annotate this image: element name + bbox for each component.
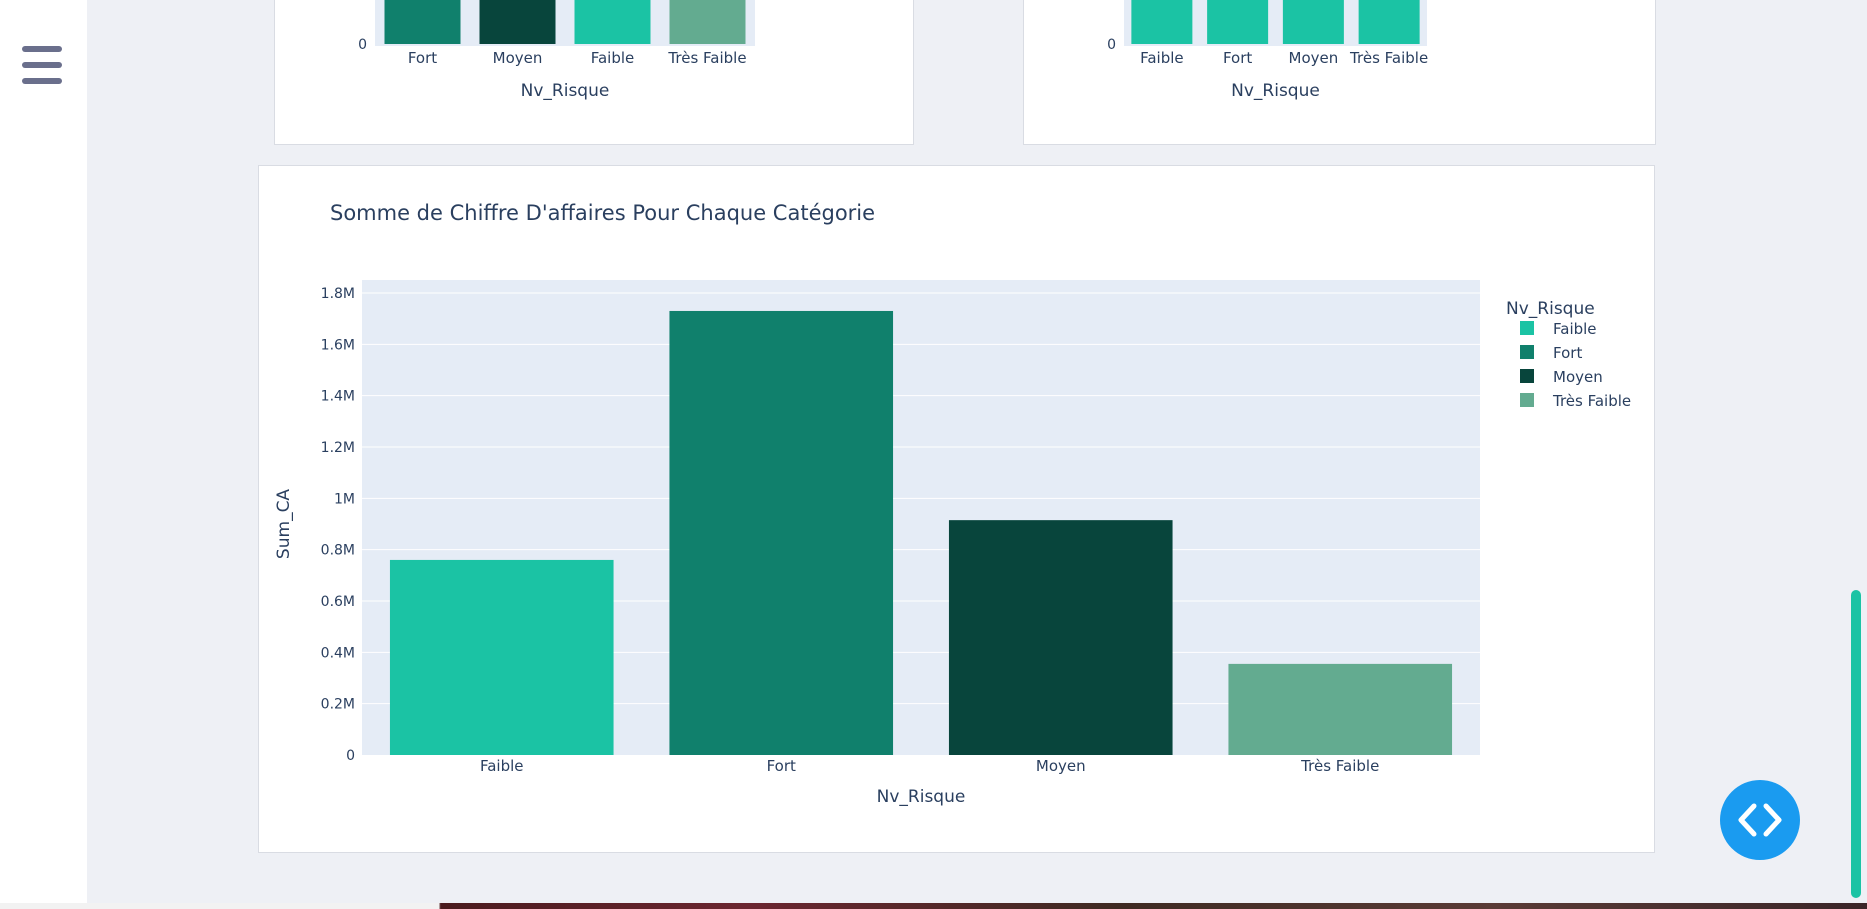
bar-fort	[669, 310, 894, 755]
y-tick-label: 1.4M	[321, 389, 355, 405]
x-tick-label: Moyen	[493, 49, 543, 67]
x-tick-label: Faible	[591, 49, 635, 67]
hamburger-menu-icon[interactable]	[22, 46, 62, 84]
x-tick-label: Faible	[480, 757, 524, 775]
legend-item-tr-s-faible: Très Faible	[1552, 392, 1631, 410]
chart-card-top-right: Faible Fort Moyen Très Faible 0 Nv_Risque	[1023, 0, 1656, 145]
y-tick-label: 1M	[334, 491, 355, 507]
x-tick-label: Fort	[1223, 49, 1252, 67]
y-tick-label: 0	[346, 748, 355, 764]
x-tick-label: Fort	[408, 49, 437, 67]
bar-faible	[574, 0, 651, 44]
legend-swatch-tr-s-faible	[1520, 393, 1534, 407]
legend-swatch-faible	[1520, 321, 1534, 335]
x-axis-label: Nv_Risque	[1231, 81, 1320, 101]
legend-item-fort: Fort	[1553, 344, 1582, 362]
x-axis-label: Nv_Risque	[521, 81, 610, 101]
bar-tr-s-faible	[1358, 0, 1420, 44]
y-tick-label: 0	[1107, 37, 1116, 53]
y-tick-label: 1.6M	[321, 337, 355, 353]
bar-faible	[389, 559, 614, 755]
x-tick-label: Fort	[767, 757, 796, 775]
y-tick-label: 0.2M	[321, 697, 355, 713]
legend-item-moyen: Moyen	[1553, 368, 1603, 386]
chart-top-right: Faible Fort Moyen Très Faible 0 Nv_Risque	[1107, 0, 1428, 101]
y-tick-label: 0	[358, 37, 367, 53]
x-tick-label: Moyen	[1036, 757, 1086, 775]
x-tick-label: Faible	[1140, 49, 1184, 67]
chart-top-left: Fort Moyen Faible Très Faible 0 Nv_Risque	[358, 0, 755, 101]
legend-item-faible: Faible	[1553, 320, 1597, 338]
y-tick-label: 0.6M	[321, 594, 355, 610]
sidebar	[0, 0, 87, 909]
bar-tr-s-faible	[669, 0, 746, 44]
chart-card-top-left: Fort Moyen Faible Très Faible 0 Nv_Risque	[274, 0, 914, 145]
x-tick-label: Très Faible	[667, 49, 746, 67]
y-tick-label: 1.8M	[321, 286, 355, 302]
code-brackets-icon[interactable]	[1720, 780, 1800, 860]
taskbar-strip	[0, 903, 1867, 909]
bar-faible	[1131, 0, 1193, 44]
x-axis-label: Nv_Risque	[877, 787, 966, 807]
x-tick-label: Très Faible	[1300, 757, 1379, 775]
x-tick-label: Très Faible	[1349, 49, 1428, 67]
y-tick-label: 1.2M	[321, 440, 355, 456]
legend-title: Nv_Risque	[1506, 299, 1595, 319]
scrollbar-thumb[interactable]	[1851, 590, 1861, 898]
y-axis-label: Sum_CA	[274, 489, 294, 559]
bar-moyen	[1282, 0, 1344, 44]
y-tick-label: 0.8M	[321, 543, 355, 559]
legend-swatch-moyen	[1520, 369, 1534, 383]
bar-moyen	[948, 520, 1173, 755]
bar-tr-s-faible	[1228, 663, 1453, 755]
bar-fort	[384, 0, 461, 44]
chart-main: Somme de Chiffre D'affaires Pour Chaque …	[274, 201, 1631, 807]
chart-title: Somme de Chiffre D'affaires Pour Chaque …	[330, 201, 875, 225]
x-tick-label: Moyen	[1289, 49, 1339, 67]
legend-swatch-fort	[1520, 345, 1534, 359]
bar-moyen	[479, 0, 556, 44]
bar-fort	[1207, 0, 1269, 44]
chart-card-main: Somme de Chiffre D'affaires Pour Chaque …	[258, 165, 1655, 853]
y-tick-label: 0.4M	[321, 645, 355, 661]
